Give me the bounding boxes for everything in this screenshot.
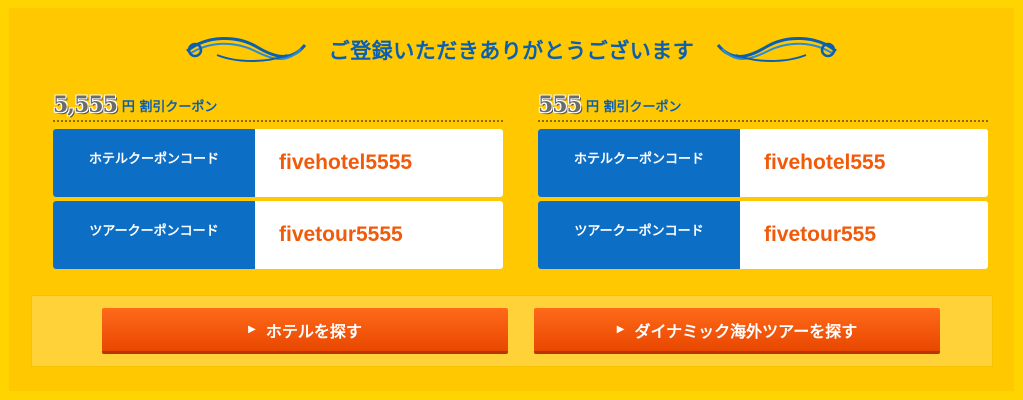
hotel-coupon-code[interactable]: fivehotel5555 [255,129,503,197]
coupon-unit-label: 円 割引クーポン [585,100,682,115]
search-tour-button[interactable]: ▶ ダイナミック海外ツアーを探す [534,308,940,354]
hotel-coupon-row: ホテルクーポンコード fivehotel5555 [53,129,503,197]
coupon-title: 555 円 割引クーポン [538,92,988,122]
search-hotel-label: ホテルを探す [265,321,362,341]
hotel-coupon-label: ホテルクーポンコード [538,129,740,197]
chevron-right-icon: ▶ [248,324,256,335]
tour-coupon-row: ツアークーポンコード fivetour555 [538,201,988,269]
tour-coupon-row: ツアークーポンコード fivetour5555 [53,201,503,269]
flourish-right-icon [717,36,838,62]
tour-coupon-code[interactable]: fivetour5555 [255,201,503,269]
coupon-block-5555: 5,555 円 割引クーポン ホテルクーポンコード fivehotel5555 … [53,92,503,273]
coupon-unit-label: 円 割引クーポン [121,100,218,115]
coupon-block-555: 555 円 割引クーポン ホテルクーポンコード fivehotel555 ツアー… [538,92,988,273]
hotel-coupon-row: ホテルクーポンコード fivehotel555 [538,129,988,197]
coupon-amount: 555 [538,92,582,118]
tour-coupon-code[interactable]: fivetour555 [740,201,988,269]
tour-coupon-label: ツアークーポンコード [538,201,740,269]
header: ご登録いただきありがとうございます [0,30,1023,70]
search-tour-label: ダイナミック海外ツアーを探す [634,321,858,341]
button-panel: ▶ ホテルを探す ▶ ダイナミック海外ツアーを探す [31,295,993,367]
search-hotel-button[interactable]: ▶ ホテルを探す [102,308,508,354]
flourish-left-icon [185,36,306,62]
chevron-right-icon: ▶ [616,324,625,335]
page-title: ご登録いただきありがとうございます [328,39,695,63]
hotel-coupon-label: ホテルクーポンコード [53,129,255,197]
hotel-coupon-code[interactable]: fivehotel555 [740,129,988,197]
coupon-title: 5,555 円 割引クーポン [53,92,503,122]
coupon-amount: 5,555 [53,92,118,118]
tour-coupon-label: ツアークーポンコード [53,201,255,269]
